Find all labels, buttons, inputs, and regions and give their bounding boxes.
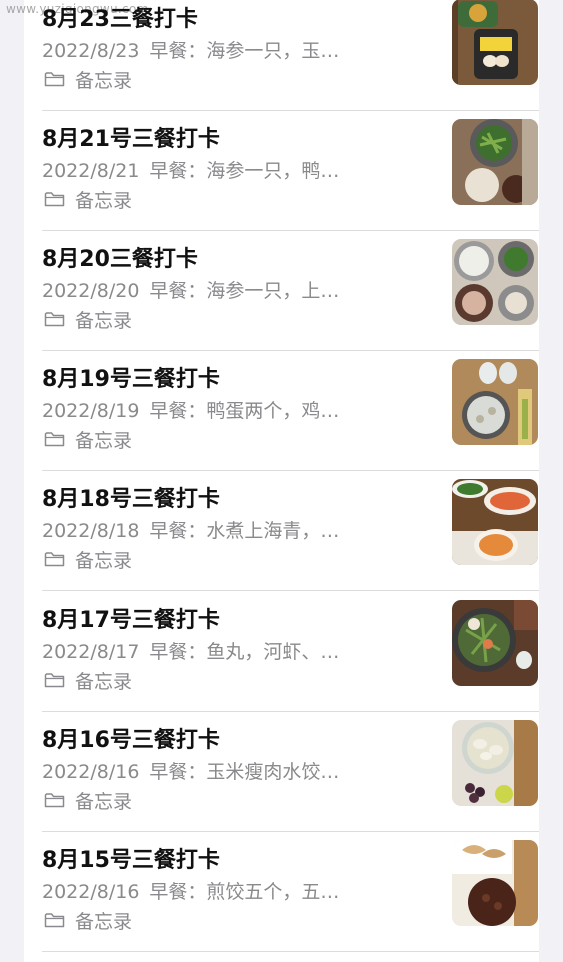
note-snippet: 早餐：海参一只，玉… — [149, 40, 340, 62]
note-snippet: 早餐：水煮上海青，… — [149, 520, 340, 542]
note-thumbnail — [452, 359, 538, 445]
note-date: 2022/8/21 — [42, 160, 140, 182]
note-preview: 2022/8/17 早餐：鱼丸，河虾、… — [42, 637, 397, 664]
note-row[interactable]: 8月17号三餐打卡 2022/8/17 早餐：鱼丸，河虾、… 备忘录 — [42, 592, 539, 712]
note-thumbnail — [452, 600, 538, 686]
note-date: 2022/8/20 — [42, 280, 140, 302]
note-title: 8月16号三餐打卡 — [42, 728, 220, 753]
note-row[interactable]: 8月23三餐打卡 2022/8/23 早餐：海参一只，玉… 备忘录 — [42, 0, 539, 111]
note-preview: 2022/8/23 早餐：海参一只，玉… — [42, 36, 397, 63]
folder-label: 备忘录 — [75, 309, 133, 332]
note-snippet: 早餐：海参一只，鸭… — [149, 160, 340, 182]
folder-label: 备忘录 — [75, 790, 133, 813]
note-row[interactable]: 8月21号三餐打卡 2022/8/21 早餐：海参一只，鸭… 备忘录 — [42, 111, 539, 231]
note-snippet: 早餐：鱼丸，河虾、… — [149, 641, 340, 663]
row-divider — [42, 590, 539, 591]
note-row[interactable]: 8月20三餐打卡 2022/8/20 早餐：海参一只，上… 备忘录 — [42, 231, 539, 351]
note-title: 8月21号三餐打卡 — [42, 127, 220, 152]
folder-icon — [44, 312, 65, 327]
folder-label: 备忘录 — [75, 429, 133, 452]
note-folder: 备忘录 — [42, 908, 133, 933]
note-folder: 备忘录 — [42, 668, 133, 693]
note-row[interactable]: 8月16号三餐打卡 2022/8/16 早餐：玉米瘦肉水饺… 备忘录 — [42, 712, 539, 832]
note-snippet: 早餐：煎饺五个，五… — [149, 881, 340, 903]
note-folder: 备忘录 — [42, 547, 133, 572]
note-thumbnail — [452, 840, 538, 926]
note-thumbnail — [452, 119, 538, 205]
note-title: 8月15号三餐打卡 — [42, 848, 220, 873]
folder-label: 备忘录 — [75, 69, 133, 92]
note-snippet: 早餐：鸭蛋两个，鸡… — [149, 400, 340, 422]
note-row[interactable]: 8月15号三餐打卡 2022/8/16 早餐：煎饺五个，五… 备忘录 — [42, 832, 539, 952]
note-date: 2022/8/17 — [42, 641, 140, 663]
folder-icon — [44, 673, 65, 688]
folder-label: 备忘录 — [75, 670, 133, 693]
note-preview: 2022/8/19 早餐：鸭蛋两个，鸡… — [42, 396, 397, 423]
note-title: 8月18号三餐打卡 — [42, 487, 220, 512]
note-thumbnail — [452, 239, 538, 325]
row-divider — [42, 951, 539, 952]
folder-label: 备忘录 — [75, 910, 133, 933]
note-thumbnail — [452, 479, 538, 565]
note-date: 2022/8/16 — [42, 761, 140, 783]
note-row[interactable]: 8月18号三餐打卡 2022/8/18 早餐：水煮上海青，… 备忘录 — [42, 471, 539, 591]
note-folder: 备忘录 — [42, 187, 133, 212]
note-preview: 2022/8/21 早餐：海参一只，鸭… — [42, 156, 397, 183]
note-title: 8月19号三餐打卡 — [42, 367, 220, 392]
note-preview: 2022/8/18 早餐：水煮上海青，… — [42, 516, 397, 543]
note-date: 2022/8/16 — [42, 881, 140, 903]
note-thumbnail — [452, 0, 538, 85]
folder-label: 备忘录 — [75, 549, 133, 572]
note-row[interactable]: 8月19号三餐打卡 2022/8/19 早餐：鸭蛋两个，鸡… 备忘录 — [42, 351, 539, 471]
folder-icon — [44, 192, 65, 207]
note-date: 2022/8/19 — [42, 400, 140, 422]
folder-icon — [44, 432, 65, 447]
note-title: 8月20三餐打卡 — [42, 247, 198, 272]
folder-icon — [44, 913, 65, 928]
note-date: 2022/8/23 — [42, 40, 140, 62]
note-folder: 备忘录 — [42, 67, 133, 92]
note-snippet: 早餐：海参一只，上… — [149, 280, 340, 302]
note-folder: 备忘录 — [42, 427, 133, 452]
note-preview: 2022/8/16 早餐：玉米瘦肉水饺… — [42, 757, 397, 784]
folder-label: 备忘录 — [75, 189, 133, 212]
note-preview: 2022/8/16 早餐：煎饺五个，五… — [42, 877, 397, 904]
folder-icon — [44, 793, 65, 808]
note-preview: 2022/8/20 早餐：海参一只，上… — [42, 276, 397, 303]
note-title: 8月23三餐打卡 — [42, 7, 198, 32]
note-folder: 备忘录 — [42, 307, 133, 332]
folder-icon — [44, 72, 65, 87]
note-snippet: 早餐：玉米瘦肉水饺… — [149, 761, 340, 783]
folder-icon — [44, 552, 65, 567]
note-folder: 备忘录 — [42, 788, 133, 813]
note-title: 8月17号三餐打卡 — [42, 608, 220, 633]
note-thumbnail — [452, 720, 538, 806]
note-date: 2022/8/18 — [42, 520, 140, 542]
